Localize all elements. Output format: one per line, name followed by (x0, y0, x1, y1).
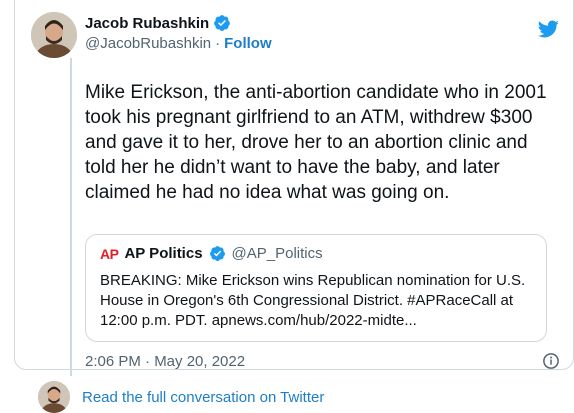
thread-line (70, 58, 72, 376)
tweet-text: Mike Erickson, the anti-abortion candida… (85, 82, 547, 203)
quoted-verified-badge-icon (209, 246, 225, 261)
author-display-name[interactable]: Jacob Rubashkin (85, 15, 209, 32)
tweet-card[interactable]: Jacob Rubashkin @JacobRubashkin · Follow… (14, 0, 574, 376)
footer-avatar[interactable] (38, 381, 70, 413)
profile-avatar[interactable] (31, 12, 77, 58)
twitter-bird-icon[interactable] (537, 18, 559, 40)
quoted-handle: @AP_Politics (231, 245, 323, 262)
ap-logo: AP (100, 245, 119, 262)
quoted-tweet-text: BREAKING: Mike Erickson wins Republican … (100, 272, 526, 329)
quoted-tweet[interactable]: AP AP Politics @AP_Politics BREAKING: Mi… (85, 234, 547, 342)
author-handle[interactable]: @JacobRubashkin (85, 35, 211, 52)
info-icon[interactable] (542, 352, 560, 370)
read-full-conversation-link[interactable]: Read the full conversation on Twitter (82, 389, 324, 406)
separator-dot: · (215, 35, 221, 52)
tweet-timestamp[interactable]: 2:06 PM · May 20, 2022 (85, 353, 245, 370)
verified-badge-icon (214, 15, 231, 31)
follow-button[interactable]: Follow (224, 35, 272, 52)
quoted-display-name: AP Politics (124, 245, 203, 262)
